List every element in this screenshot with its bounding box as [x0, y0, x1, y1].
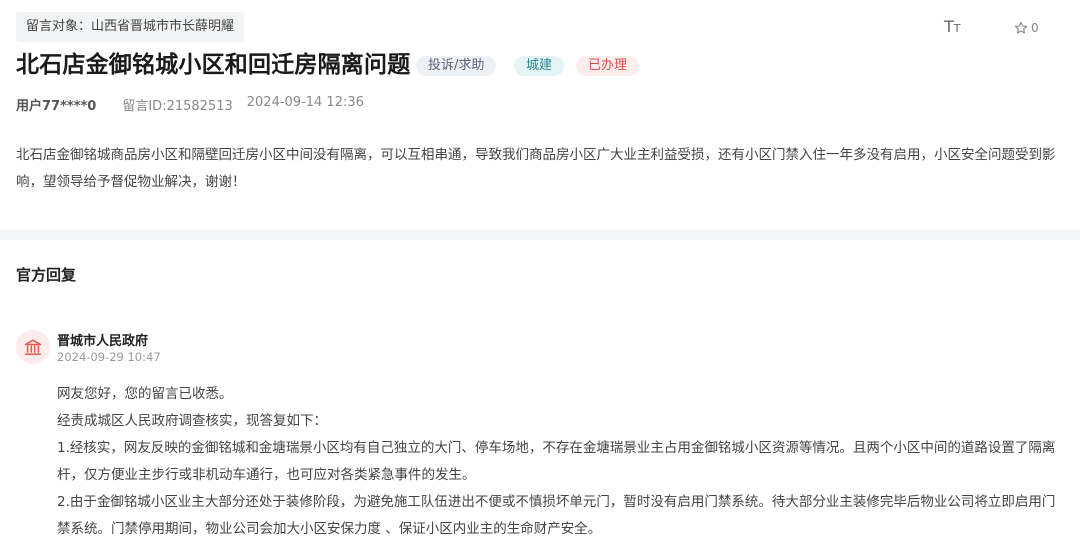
favorite-button[interactable]: 0: [1014, 18, 1039, 38]
government-building-icon: [16, 330, 50, 364]
reply-heading: 官方回复: [16, 266, 77, 284]
message-id: 留言ID:21582513: [122, 99, 233, 114]
status-badge: 已办理: [576, 56, 640, 76]
font-toggle-small: T: [953, 22, 961, 35]
reply-paragraph: 经责成城区人民政府调查核实，现答复如下：: [57, 413, 327, 429]
section-divider: [0, 230, 1080, 240]
reply-body: 网友您好，您的留言已收悉。 经责成城区人民政府调查核实，现答复如下： 1.经核实…: [57, 381, 1067, 543]
message-title: 北石店金御铭城小区和回迁房隔离问题: [16, 52, 411, 78]
star-icon: [1014, 21, 1028, 34]
message-panel: 留言对象：山西省晋城市市长薛明耀 TT 0 北石店金御铭城小区和回迁房隔离问题 …: [0, 0, 1080, 230]
reply-time: 2024-09-29 10:47: [57, 350, 161, 364]
target-value: 山西省晋城市市长薛明耀: [91, 19, 235, 34]
message-datetime: 2024-09-14 12:36: [246, 95, 364, 110]
user-name: 用户77****0: [16, 99, 97, 114]
reply-organization: 晋城市人民政府: [57, 334, 149, 349]
font-toggle-big: T: [944, 17, 954, 36]
category-tag: 投诉/求助: [416, 56, 497, 76]
message-content: 北石店金御铭城商品房小区和隔壁回迁房小区中间没有隔离，可以互相串通，导致我们商品…: [16, 147, 1056, 190]
font-size-icon[interactable]: TT: [944, 16, 966, 38]
reply-paragraph: 1.经核实，网友反映的金御铭城和金塘瑞景小区均有自己独立的大门、停车场地，不存在…: [57, 440, 1056, 483]
reply-paragraph: 2.由于金御铭城小区业主大部分还处于装修阶段，为避免施工队伍进出不便或不慎损坏单…: [57, 494, 1056, 537]
field-tag: 城建: [514, 56, 565, 76]
reply-paragraph: 网友您好，您的留言已收悉。: [57, 386, 233, 402]
message-meta: 用户77****0 留言ID:21582513 2024-09-14 12:36: [16, 95, 364, 114]
message-target-tag: 留言对象：山西省晋城市市长薛明耀: [16, 12, 245, 42]
target-label: 留言对象：: [26, 19, 92, 34]
favorite-count: 0: [1031, 21, 1039, 35]
